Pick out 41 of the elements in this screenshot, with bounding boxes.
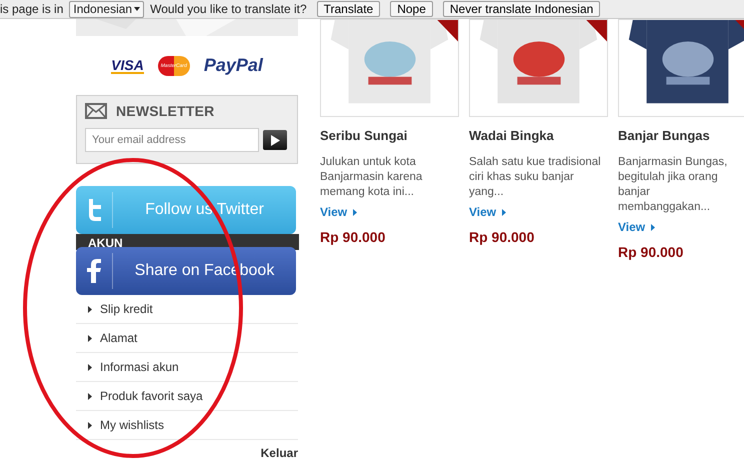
language-dropdown[interactable]: Indonesian — [69, 0, 144, 18]
triangle-icon — [88, 364, 92, 370]
triangle-icon — [88, 334, 92, 342]
product-description: Banjarmasin Bungas, begitulah jika orang banjar membanggakan... — [618, 155, 728, 215]
product-name: Seribu Sungai — [320, 128, 408, 145]
account-menu-item[interactable]: Produk favorit saya — [76, 382, 298, 411]
product-name: Wadai Bingka — [469, 128, 555, 145]
translate-bar-button[interactable]: Nope — [390, 1, 433, 17]
triangle-icon — [88, 422, 92, 428]
account-menu-item[interactable]: Informasi akun — [76, 353, 298, 382]
view-link[interactable]: View — [469, 205, 608, 219]
logout-link[interactable]: Keluar — [260, 446, 298, 460]
submit-button[interactable] — [263, 130, 287, 150]
triangle-icon — [88, 392, 92, 400]
account-menu-item[interactable]: Alamat — [76, 324, 298, 353]
product-name: Banjar Bungas — [618, 128, 711, 145]
product-description: Julukan untuk kota Banjarmasin karena memang kota ini... — [320, 155, 424, 200]
account-menu-item[interactable]: Slip kredit — [76, 295, 298, 324]
translate-bar-button[interactable]: Never translate Indonesian — [442, 1, 600, 17]
view-link[interactable]: View — [320, 205, 459, 219]
translate-question: Would you like to translate it? — [150, 2, 307, 16]
translate-message: is page is in — [0, 2, 64, 16]
product-description: Salah satu kue tradisional ciri khas suku banjar yang... — [469, 155, 602, 200]
paypal-logo: PayPal — [204, 55, 263, 76]
triangle-icon — [502, 208, 506, 216]
product-price: Rp 90.000 — [320, 229, 386, 245]
email-field[interactable]: Your email address — [85, 128, 259, 152]
translate-bar-button[interactable]: Translate — [316, 1, 380, 17]
newsletter-title: NEWSLETTER — [116, 103, 214, 119]
product-price: Rp 90.000 — [469, 229, 536, 245]
visa-logo: VISA — [111, 58, 144, 74]
envelope-icon — [85, 103, 107, 119]
play-icon — [270, 134, 280, 146]
triangle-icon — [353, 208, 358, 216]
product-price: Rp 90.000 — [618, 244, 684, 260]
triangle-icon — [88, 306, 92, 312]
caret-icon — [134, 7, 140, 11]
account-menu-item[interactable]: My wishlists — [76, 411, 298, 440]
view-link[interactable]: View — [618, 220, 742, 234]
triangle-icon — [651, 224, 656, 230]
account-title: AKUN — [88, 236, 123, 250]
